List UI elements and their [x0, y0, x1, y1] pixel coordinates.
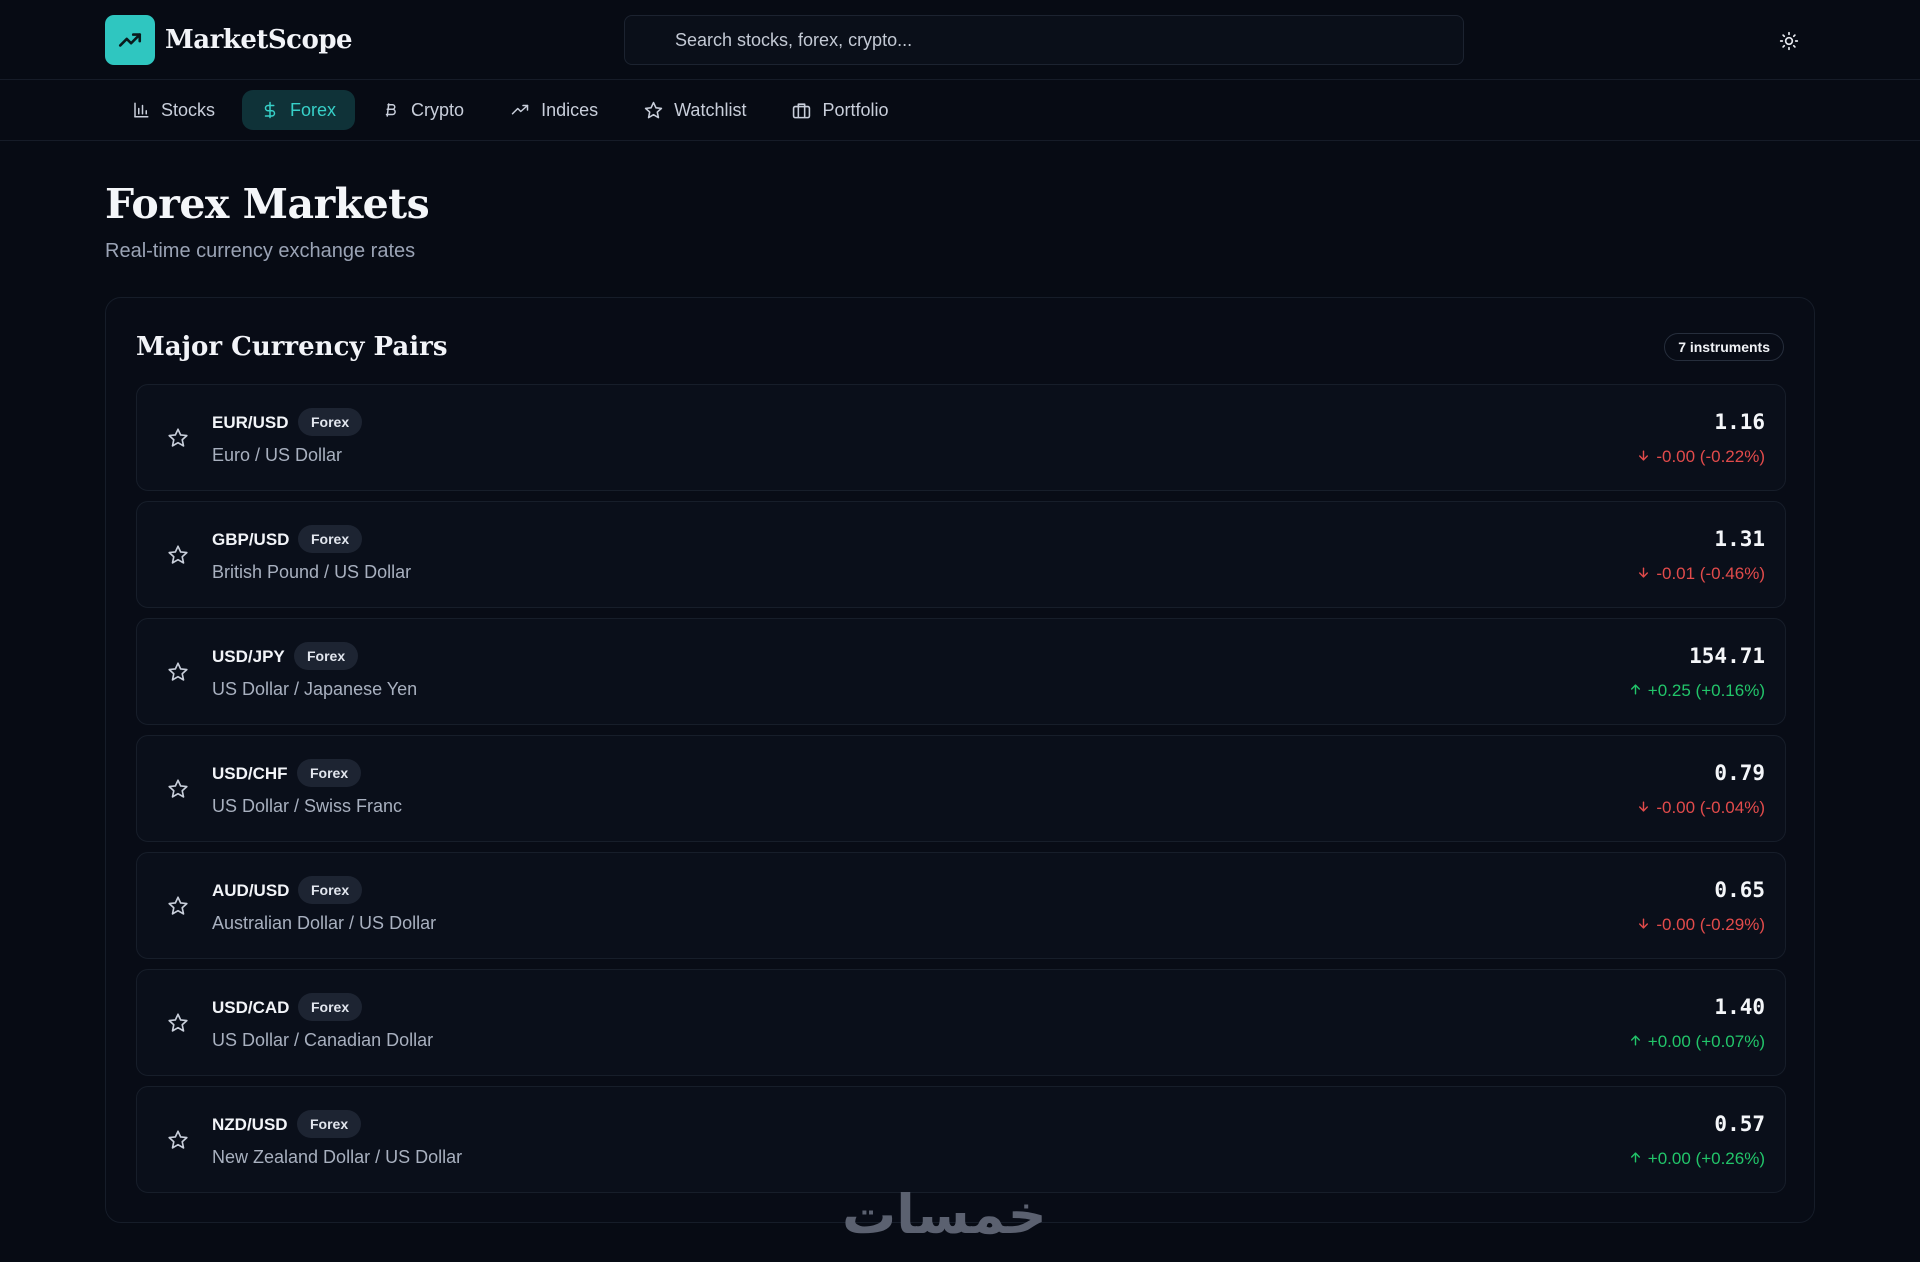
nav-tabs: Stocks Forex Crypto Indices Watchlist Portfol…: [113, 90, 908, 130]
pair-symbol: NZD/USD: [212, 1115, 288, 1134]
price-change-value: -0.00 (-0.04%): [1656, 798, 1765, 817]
price-change: -0.00 (-0.04%): [1637, 798, 1765, 818]
sun-icon: [1779, 31, 1799, 51]
price-change-value: -0.00 (-0.22%): [1656, 447, 1765, 466]
table-row[interactable]: USD/CHF Forex US Dollar / Swiss Franc 0.79 -…: [136, 735, 1786, 842]
table-row[interactable]: AUD/USD Forex Australian Dollar / US Dolla…: [136, 852, 1786, 959]
price-change: +0.00 (+0.07%): [1629, 1032, 1765, 1052]
pair-symbol: USD/JPY: [212, 647, 285, 666]
arrow-up-icon: [1629, 681, 1642, 701]
star-icon[interactable]: [167, 661, 189, 683]
pair-price: 0.79: [1714, 761, 1765, 785]
market-type-badge: Forex: [298, 525, 363, 553]
pair-price: 1.31: [1714, 527, 1765, 551]
pair-price: 0.57: [1714, 1112, 1765, 1136]
tab-indices[interactable]: Indices: [491, 90, 617, 130]
tab-label: Indices: [541, 99, 599, 120]
market-type-badge: Forex: [297, 759, 362, 787]
pair-name: New Zealand Dollar / US Dollar: [212, 1147, 463, 1167]
tab-portfolio[interactable]: Portfolio: [773, 90, 907, 130]
tab-label: Watchlist: [674, 99, 747, 120]
app-name[interactable]: MarketScope: [165, 25, 353, 55]
price-change-value: -0.00 (-0.29%): [1656, 915, 1765, 934]
pair-name: US Dollar / Swiss Franc: [212, 796, 403, 816]
star-icon[interactable]: [167, 427, 189, 449]
search-input[interactable]: [675, 16, 1435, 64]
pair-name: US Dollar / Japanese Yen: [212, 679, 418, 699]
price-change-value: +0.00 (+0.26%): [1647, 1149, 1765, 1168]
star-icon[interactable]: [167, 1012, 189, 1034]
pair-price: 0.65: [1714, 878, 1765, 902]
market-type-badge: Forex: [298, 993, 363, 1021]
bar-chart-icon: [132, 101, 150, 119]
top-header: MarketScope: [0, 0, 1920, 80]
theme-toggle-button[interactable]: [1775, 27, 1803, 55]
star-icon[interactable]: [167, 544, 189, 566]
tab-label: Forex: [290, 99, 337, 120]
tab-watchlist[interactable]: Watchlist: [625, 90, 765, 130]
tab-label: Stocks: [161, 99, 216, 120]
pair-price: 1.40: [1714, 995, 1765, 1019]
price-change-value: -0.01 (-0.46%): [1656, 564, 1765, 583]
pair-name: Euro / US Dollar: [212, 445, 343, 465]
price-change-value: +0.00 (+0.07%): [1647, 1032, 1765, 1051]
main-nav: Stocks Forex Crypto Indices Watchlist Portfol…: [0, 80, 1920, 141]
instrument-count-badge: 7 instruments: [1664, 333, 1784, 361]
page-title: Forex Markets: [105, 180, 430, 228]
table-row[interactable]: EUR/USD Forex Euro / US Dollar 1.16 -0.00 (-…: [136, 384, 1786, 491]
price-change-value: +0.25 (+0.16%): [1647, 681, 1765, 700]
tab-stocks[interactable]: Stocks: [113, 90, 234, 130]
logo-icon[interactable]: [105, 15, 155, 65]
trending-up-icon: [510, 101, 530, 119]
arrow-down-icon: [1637, 915, 1650, 935]
arrow-down-icon: [1637, 798, 1650, 818]
table-row[interactable]: USD/CAD Forex US Dollar / Canadian Dollar 1…: [136, 969, 1786, 1076]
pair-symbol: USD/CAD: [212, 998, 290, 1017]
star-icon[interactable]: [167, 1129, 189, 1151]
pair-symbol: EUR/USD: [212, 413, 289, 432]
tab-forex[interactable]: Forex: [242, 90, 356, 130]
price-change: -0.00 (-0.29%): [1637, 915, 1765, 935]
price-change: -0.01 (-0.46%): [1637, 564, 1765, 584]
pair-price: 154.71: [1689, 644, 1765, 668]
tab-crypto[interactable]: Crypto: [363, 90, 483, 130]
watermark: خمسات: [842, 1183, 1047, 1246]
table-row[interactable]: GBP/USD Forex British Pound / US Dollar 1.3…: [136, 501, 1786, 608]
bitcoin-icon: [382, 101, 400, 119]
arrow-down-icon: [1637, 564, 1650, 584]
market-type-badge: Forex: [298, 408, 363, 436]
star-icon: [644, 101, 663, 120]
search-box[interactable]: [624, 15, 1464, 65]
pair-symbol: AUD/USD: [212, 881, 290, 900]
pairs-list: EUR/USD Forex Euro / US Dollar 1.16 -0.00 (-…: [136, 384, 1786, 1203]
arrow-down-icon: [1637, 447, 1650, 467]
currency-pairs-card: Major Currency Pairs 7 instruments EUR/U…: [105, 297, 1815, 1223]
tab-label: Crypto: [411, 99, 465, 120]
market-type-badge: Forex: [294, 642, 359, 670]
table-row[interactable]: NZD/USD Forex New Zealand Dollar / US Doll…: [136, 1086, 1786, 1193]
pair-name: Australian Dollar / US Dollar: [212, 913, 437, 933]
page-subtitle: Real-time currency exchange rates: [105, 240, 416, 262]
pair-name: British Pound / US Dollar: [212, 562, 412, 582]
tab-label: Portfolio: [822, 99, 889, 120]
table-row[interactable]: USD/JPY Forex US Dollar / Japanese Yen 154.…: [136, 618, 1786, 725]
star-icon[interactable]: [167, 778, 189, 800]
pair-symbol: USD/CHF: [212, 764, 288, 783]
pair-price: 1.16: [1714, 410, 1765, 434]
price-change: -0.00 (-0.22%): [1637, 447, 1765, 467]
pair-name: US Dollar / Canadian Dollar: [212, 1030, 434, 1050]
price-change: +0.00 (+0.26%): [1629, 1149, 1765, 1169]
dollar-icon: [261, 101, 279, 119]
briefcase-icon: [792, 101, 811, 120]
pair-symbol: GBP/USD: [212, 530, 290, 549]
market-type-badge: Forex: [298, 876, 363, 904]
card-title: Major Currency Pairs: [136, 332, 448, 362]
arrow-up-icon: [1629, 1149, 1642, 1169]
star-icon[interactable]: [167, 895, 189, 917]
arrow-up-icon: [1629, 1032, 1642, 1052]
market-type-badge: Forex: [297, 1110, 362, 1138]
price-change: +0.25 (+0.16%): [1629, 681, 1765, 701]
